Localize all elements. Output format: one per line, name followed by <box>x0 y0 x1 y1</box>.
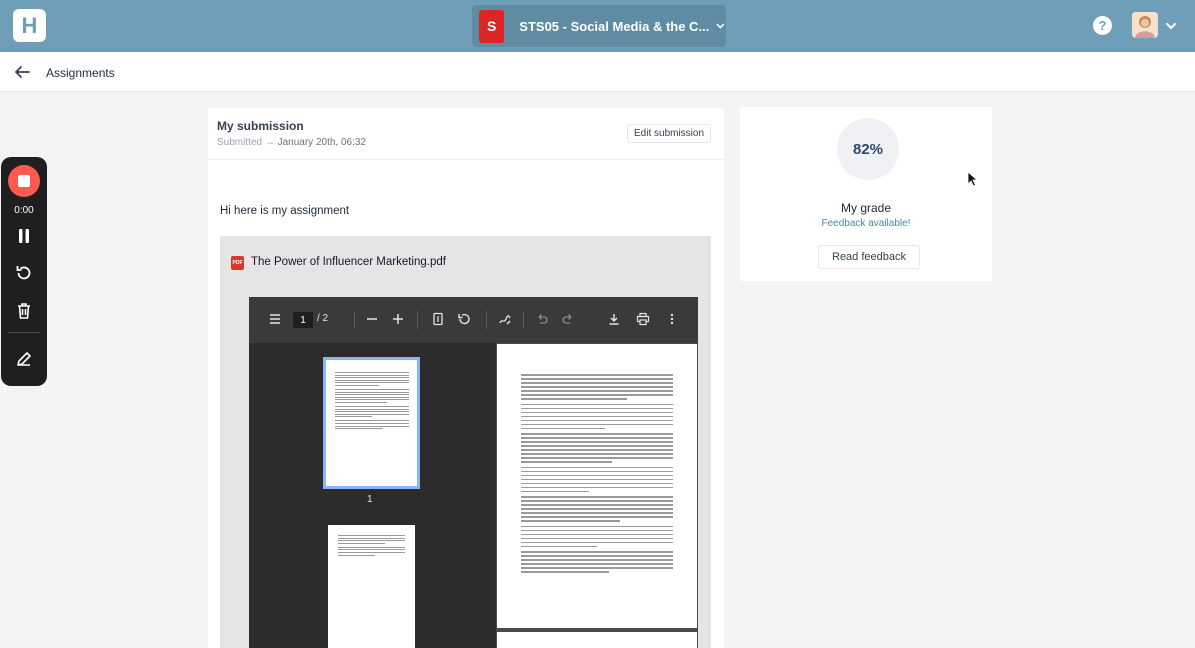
trash-icon[interactable] <box>14 301 34 321</box>
course-title: STS05 - Social Media & the C... <box>519 18 710 34</box>
screen-recorder-toolbar: 0:00 <box>1 157 47 386</box>
recorder-divider <box>8 332 40 333</box>
zoom-in-icon[interactable] <box>391 312 405 326</box>
menu-icon[interactable] <box>268 312 282 326</box>
user-avatar-icon <box>1132 12 1158 38</box>
read-feedback-button[interactable]: Read feedback <box>818 245 920 269</box>
print-icon[interactable] <box>636 312 650 326</box>
submission-title: My submission <box>217 119 304 133</box>
submission-text: Hi here is my assignment <box>220 205 350 217</box>
grade-label: My grade <box>840 201 892 215</box>
submission-date: January 20th, 06:32 <box>277 137 366 148</box>
pdf-viewer: 1 / 2 1 <box>249 297 698 648</box>
pencil-icon[interactable] <box>14 349 34 369</box>
submission-card: My submission Submitted → January 20th, … <box>208 108 724 648</box>
undo-icon[interactable] <box>535 312 549 326</box>
stop-icon <box>18 175 30 187</box>
help-button[interactable]: ? <box>1093 16 1112 35</box>
arrow-right-icon: → <box>264 137 278 148</box>
page-total: / 2 <box>317 313 329 324</box>
pause-icon[interactable] <box>14 226 34 246</box>
file-name[interactable]: The Power of Influencer Marketing.pdf <box>251 256 446 268</box>
feedback-status: Feedback available! <box>821 218 911 229</box>
toolbar-divider <box>354 311 355 329</box>
thumbnail-text-lines <box>338 535 405 557</box>
toolbar-divider <box>486 311 487 329</box>
page-text-lines <box>521 374 673 575</box>
toolbar-divider <box>417 311 418 329</box>
redo-icon[interactable] <box>561 312 575 326</box>
grade-score: 82% <box>837 118 899 180</box>
page-thumbnail-2[interactable] <box>328 525 415 648</box>
page-number-input[interactable]: 1 <box>293 312 313 328</box>
submission-meta: Submitted → January 20th, 06:32 <box>217 137 366 148</box>
app-logo[interactable]: H <box>13 9 46 42</box>
thumbnail-text-lines <box>335 372 409 431</box>
breadcrumb[interactable]: Assignments <box>46 66 115 80</box>
draw-icon[interactable] <box>498 312 512 326</box>
zoom-out-icon[interactable] <box>365 312 379 326</box>
course-badge: S <box>479 9 505 43</box>
page-thumbnail-1[interactable] <box>323 357 420 489</box>
file-attachment: PDF The Power of Influencer Marketing.pd… <box>220 236 711 648</box>
recording-timer: 0:00 <box>14 205 34 216</box>
thumbnail-page-number: 1 <box>367 494 373 505</box>
chevron-down-icon <box>716 23 725 29</box>
thumbnail-sidebar: 1 <box>249 343 494 648</box>
pdf-page-view <box>496 343 698 648</box>
edit-submission-button[interactable]: Edit submission <box>627 124 712 143</box>
course-selector[interactable]: S STS05 - Social Media & the C... <box>472 5 726 47</box>
mouse-cursor-icon <box>967 171 979 187</box>
pdf-page-2 <box>497 632 697 648</box>
more-options-icon[interactable] <box>665 312 679 326</box>
download-icon[interactable] <box>607 312 621 326</box>
pdf-page-1 <box>497 344 697 628</box>
submission-header: My submission Submitted → January 20th, … <box>208 108 724 160</box>
submission-status: Submitted <box>217 137 263 148</box>
back-arrow-icon[interactable] <box>12 62 32 82</box>
toolbar-divider <box>523 311 524 329</box>
pdf-file-icon: PDF <box>231 256 244 270</box>
restart-icon[interactable] <box>14 263 34 283</box>
account-chevron-down-icon[interactable] <box>1164 19 1178 33</box>
avatar[interactable] <box>1132 12 1158 38</box>
fit-page-icon[interactable] <box>431 312 445 326</box>
rotate-icon[interactable] <box>457 312 471 326</box>
top-bar: H S STS05 - Social Media & the C... ? <box>0 0 1195 52</box>
pdf-toolbar: 1 / 2 <box>249 297 698 343</box>
stop-recording-button[interactable] <box>8 165 40 197</box>
sub-header: Assignments <box>0 52 1195 92</box>
grade-card: 82% My grade Feedback available! Read fe… <box>740 107 992 281</box>
